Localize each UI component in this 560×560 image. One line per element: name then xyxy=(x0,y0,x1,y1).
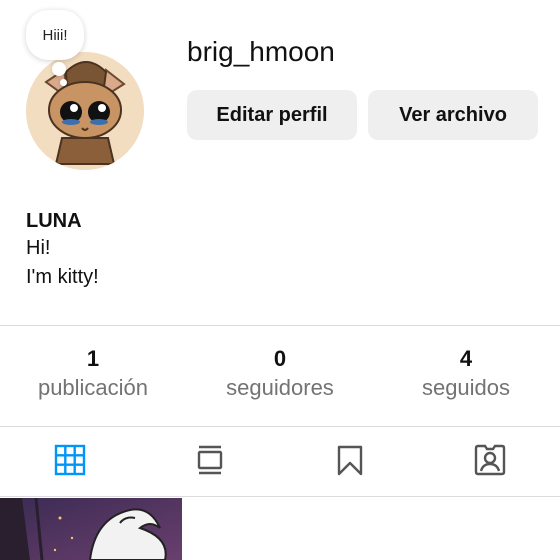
note-bubble[interactable]: Hiii! xyxy=(26,10,84,60)
stat-count: 0 xyxy=(273,346,287,371)
stat-posts[interactable]: 1 publicación xyxy=(0,346,186,401)
divider xyxy=(0,496,560,497)
bookmark-icon xyxy=(337,445,363,476)
bio-line: Hi! xyxy=(26,237,51,259)
tab-saved[interactable] xyxy=(330,440,370,480)
tab-posts-grid[interactable] xyxy=(50,440,90,480)
note-bubble-tail-small xyxy=(60,79,67,86)
tagged-icon xyxy=(474,444,506,476)
stat-label: seguidos xyxy=(421,375,511,400)
tab-tagged[interactable] xyxy=(470,440,510,480)
profile-avatar[interactable] xyxy=(26,52,144,170)
grid-icon xyxy=(54,444,86,476)
cat-character-icon xyxy=(26,52,144,170)
tab-feed[interactable] xyxy=(190,440,230,480)
note-bubble-tail xyxy=(52,62,66,76)
bio-name: LUNA xyxy=(26,210,82,232)
stat-followers[interactable]: 0 seguidores xyxy=(187,346,373,401)
view-archive-button[interactable]: Ver archivo xyxy=(368,90,538,140)
feed-icon xyxy=(197,445,223,475)
note-text: Hiii! xyxy=(42,26,68,44)
bio-line: I'm kitty! xyxy=(26,266,99,288)
stat-count: 1 xyxy=(86,346,100,371)
divider xyxy=(0,325,560,326)
stat-count: 4 xyxy=(459,346,473,371)
edit-profile-button[interactable]: Editar perfil xyxy=(187,90,357,140)
stat-following[interactable]: 4 seguidos xyxy=(373,346,559,401)
stat-label: publicación xyxy=(37,375,149,400)
divider xyxy=(0,426,560,427)
stat-label: seguidores xyxy=(226,375,334,400)
profile-username: brig_hmoon xyxy=(187,36,335,67)
post-thumbnail[interactable] xyxy=(0,498,182,560)
post-image xyxy=(0,498,182,560)
